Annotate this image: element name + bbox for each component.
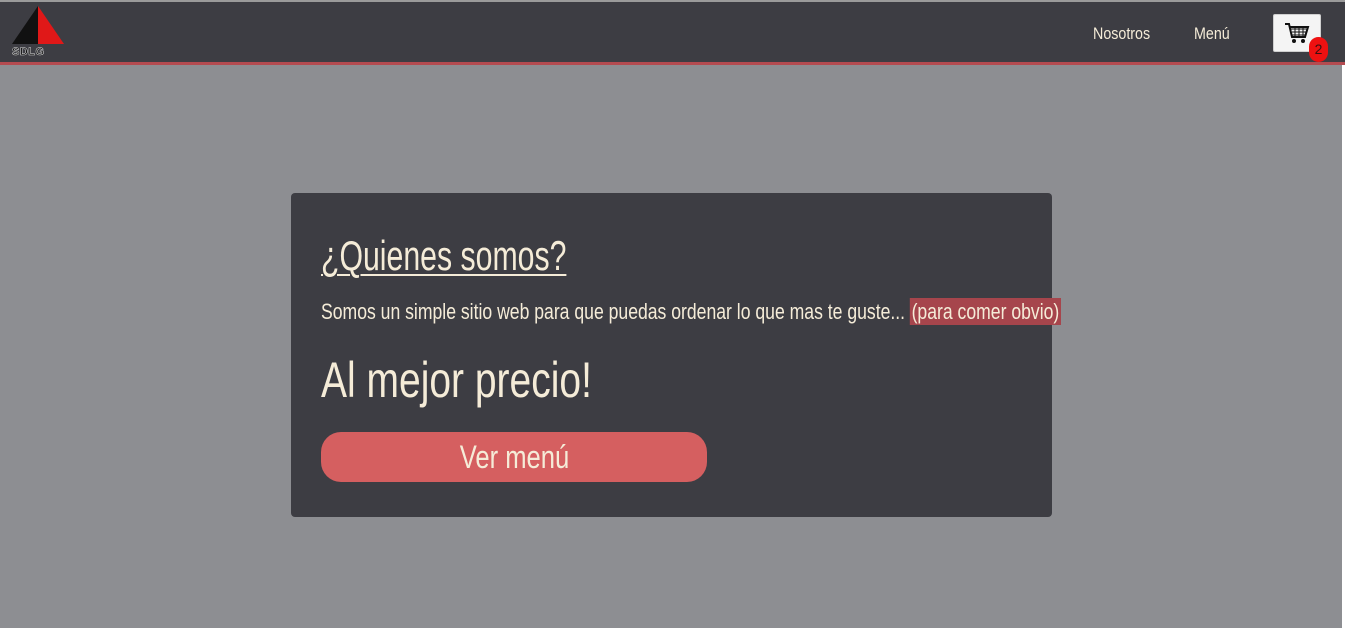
cart-count-badge: 2 (1309, 37, 1328, 62)
price-tagline: Al mejor precio! (321, 352, 592, 408)
about-title: ¿Quienes somos? (321, 232, 567, 279)
logo-text: SDLG (12, 46, 45, 59)
logo[interactable]: SDLG (10, 6, 68, 60)
description-highlight: (para comer obvio) (909, 298, 1061, 325)
nav-link-menu[interactable]: Menú (1194, 24, 1230, 44)
logo-triangle-icon (12, 6, 64, 44)
about-card: ¿Quienes somos? Somos un simple sitio we… (291, 193, 1061, 517)
shopping-cart-icon (1285, 23, 1310, 43)
view-menu-button[interactable]: Ver menú (321, 432, 707, 482)
navbar: SDLG Nosotros Menú (0, 2, 1345, 65)
view-menu-label: Ver menú (459, 438, 569, 475)
nav-link-nosotros[interactable]: Nosotros (1093, 24, 1150, 44)
about-description: Somos un simple sitio web para que pueda… (321, 298, 1061, 326)
description-text: Somos un simple sitio web para que pueda… (321, 299, 906, 324)
